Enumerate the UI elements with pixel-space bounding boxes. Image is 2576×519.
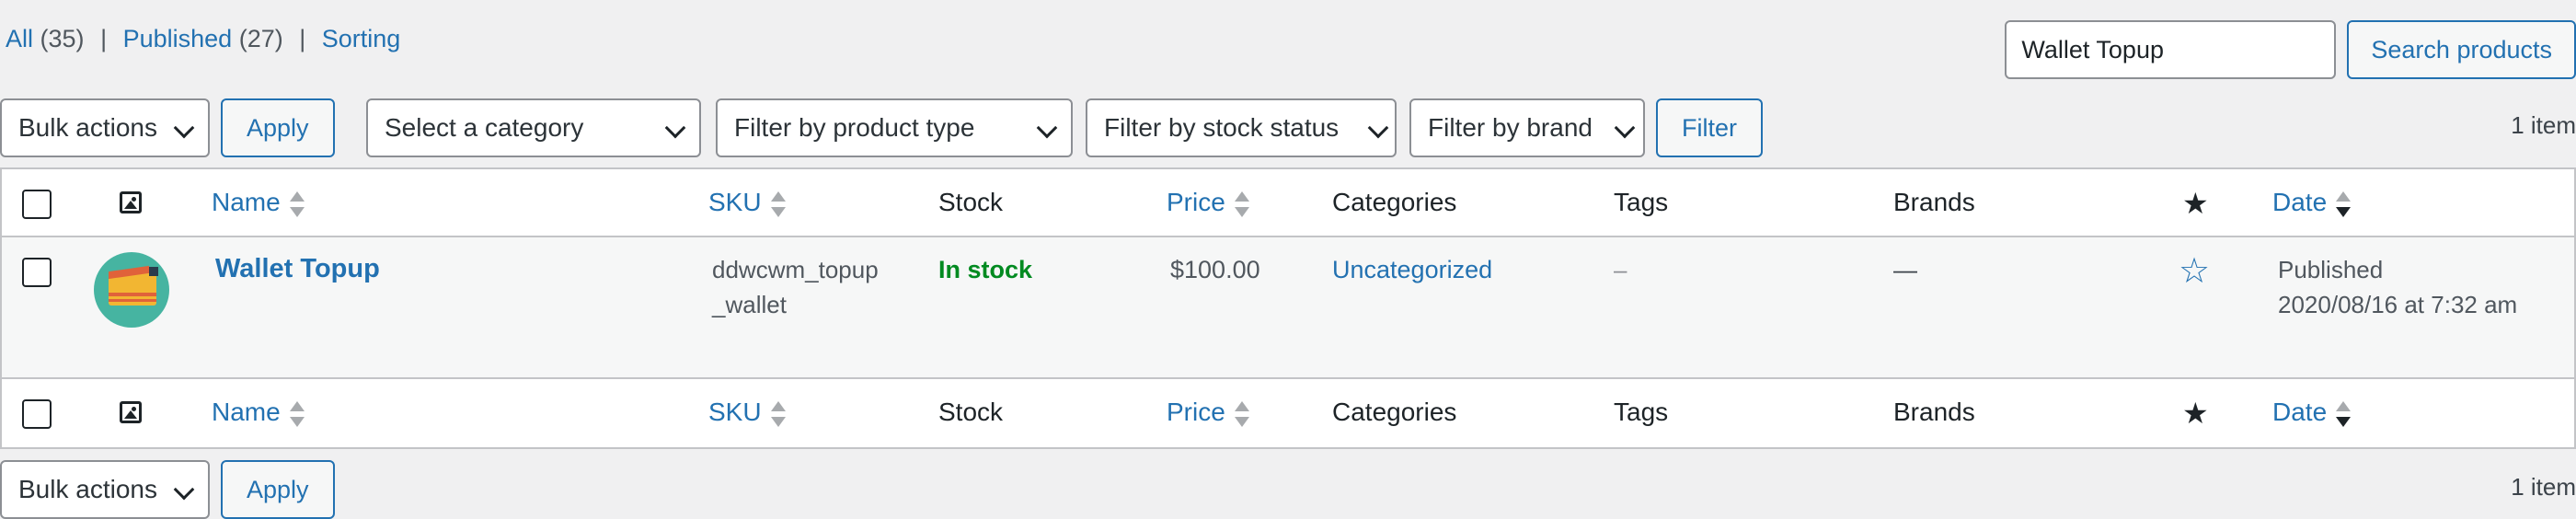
featured-star-icon[interactable]: ★: [2182, 186, 2209, 221]
chevron-down-icon: [1367, 117, 1389, 139]
status-filter-links: All (35) | Published (27) | Sorting: [6, 20, 400, 57]
filter-button[interactable]: Filter: [1656, 98, 1763, 157]
status-link-sorting[interactable]: Sorting: [322, 25, 401, 52]
table-footer-row: Name SKU Stock Price Categories Tags Bra…: [2, 379, 2574, 447]
column-price-footer[interactable]: Price: [1167, 398, 1249, 428]
tablenav-top: Bulk actions Apply Select a category Fil…: [0, 98, 2576, 157]
featured-star-outline-icon[interactable]: ☆: [2179, 250, 2210, 292]
sort-icon: [2336, 400, 2352, 428]
column-categories-footer: Categories: [1332, 398, 1457, 426]
column-tags-footer: Tags: [1614, 398, 1669, 426]
category-label: Select a category: [385, 113, 584, 142]
date-status: Published: [2278, 256, 2384, 283]
stock-status-select[interactable]: Filter by stock status: [1086, 98, 1397, 157]
search-products-button[interactable]: Search products: [2347, 20, 2576, 79]
select-all-checkbox-footer[interactable]: [22, 399, 52, 429]
column-price[interactable]: Price: [1167, 188, 1249, 218]
sku-line: _wallet: [712, 291, 787, 318]
table-row: Wallet Topup ddwcwm_topup _wallet In sto…: [2, 237, 2574, 379]
tablenav-bottom: Bulk actions Apply 1 item: [0, 460, 2576, 519]
column-date-footer[interactable]: Date: [2272, 398, 2352, 428]
status-link-all[interactable]: All: [6, 25, 33, 52]
column-stock-footer: Stock: [938, 398, 1004, 426]
separator: |: [299, 25, 306, 52]
column-brands-footer: Brands: [1893, 398, 1975, 426]
product-brands: —: [1893, 256, 1917, 283]
product-category-link[interactable]: Uncategorized: [1332, 256, 1492, 284]
column-date-label: Date: [2272, 398, 2328, 426]
sort-icon: [289, 400, 305, 428]
bulk-actions-select[interactable]: Bulk actions: [0, 98, 210, 157]
sku-line: ddwcwm_topup: [712, 256, 879, 283]
apply-button[interactable]: Apply: [221, 98, 335, 157]
column-price-label: Price: [1167, 188, 1225, 216]
product-thumbnail[interactable]: [94, 252, 169, 328]
column-name-footer[interactable]: Name: [212, 398, 305, 428]
status-count-all: (35): [40, 25, 85, 52]
separator: |: [100, 25, 108, 52]
apply-button-bottom[interactable]: Apply: [221, 460, 335, 519]
column-name[interactable]: Name: [212, 188, 305, 218]
product-type-select[interactable]: Filter by product type: [716, 98, 1073, 157]
chevron-down-icon: [173, 479, 195, 501]
image-icon: [120, 191, 142, 213]
sort-icon: [289, 190, 305, 218]
status-count-published: (27): [238, 25, 283, 52]
items-count-bottom: 1 item: [2511, 473, 2576, 501]
stock-status: In stock: [938, 256, 1033, 283]
product-date: Published 2020/08/16 at 7:32 am: [2278, 252, 2517, 322]
row-checkbox[interactable]: [22, 258, 52, 287]
stock-status-label: Filter by stock status: [1104, 113, 1340, 142]
column-price-label: Price: [1167, 398, 1225, 426]
sort-icon: [1234, 400, 1249, 428]
product-name-link[interactable]: Wallet Topup: [215, 254, 380, 284]
image-icon: [120, 401, 142, 423]
sort-icon: [770, 400, 786, 428]
chevron-down-icon: [1036, 117, 1058, 139]
column-brands: Brands: [1893, 188, 1975, 216]
chevron-down-icon: [664, 117, 686, 139]
brand-select[interactable]: Filter by brand: [1409, 98, 1645, 157]
status-link-published[interactable]: Published: [123, 25, 233, 52]
column-name-label: Name: [212, 188, 281, 216]
column-sku[interactable]: SKU: [708, 188, 786, 218]
featured-star-icon[interactable]: ★: [2182, 396, 2209, 431]
search-box: Search products: [2005, 20, 2576, 79]
items-count: 1 item: [2511, 111, 2576, 139]
bulk-actions-label: Bulk actions: [18, 475, 157, 503]
column-name-label: Name: [212, 398, 281, 426]
sort-icon: [2336, 190, 2352, 218]
column-sku-label: SKU: [708, 188, 762, 216]
sort-icon: [770, 190, 786, 218]
date-value: 2020/08/16 at 7:32 am: [2278, 291, 2518, 318]
column-stock: Stock: [938, 188, 1004, 216]
chevron-down-icon: [173, 117, 195, 139]
select-all-checkbox[interactable]: [22, 190, 52, 219]
products-table: Name SKU Stock Price Categories Tags Bra…: [0, 167, 2576, 449]
table-header-row: Name SKU Stock Price Categories Tags Bra…: [2, 169, 2574, 237]
chevron-down-icon: [1614, 117, 1636, 139]
column-date[interactable]: Date: [2272, 188, 2352, 218]
column-sku-footer[interactable]: SKU: [708, 398, 786, 428]
column-sku-label: SKU: [708, 398, 762, 426]
product-tags: –: [1614, 256, 1627, 283]
bulk-actions-select-bottom[interactable]: Bulk actions: [0, 460, 210, 519]
product-type-label: Filter by product type: [734, 113, 975, 142]
product-price: $100.00: [1170, 256, 1260, 283]
column-date-label: Date: [2272, 188, 2328, 216]
brand-label: Filter by brand: [1428, 113, 1593, 142]
product-sku: ddwcwm_topup _wallet: [712, 252, 905, 322]
search-input[interactable]: [2005, 20, 2337, 79]
column-categories: Categories: [1332, 188, 1457, 216]
bulk-actions-label: Bulk actions: [18, 113, 157, 142]
category-select[interactable]: Select a category: [366, 98, 701, 157]
sort-icon: [1234, 190, 1249, 218]
column-tags: Tags: [1614, 188, 1669, 216]
